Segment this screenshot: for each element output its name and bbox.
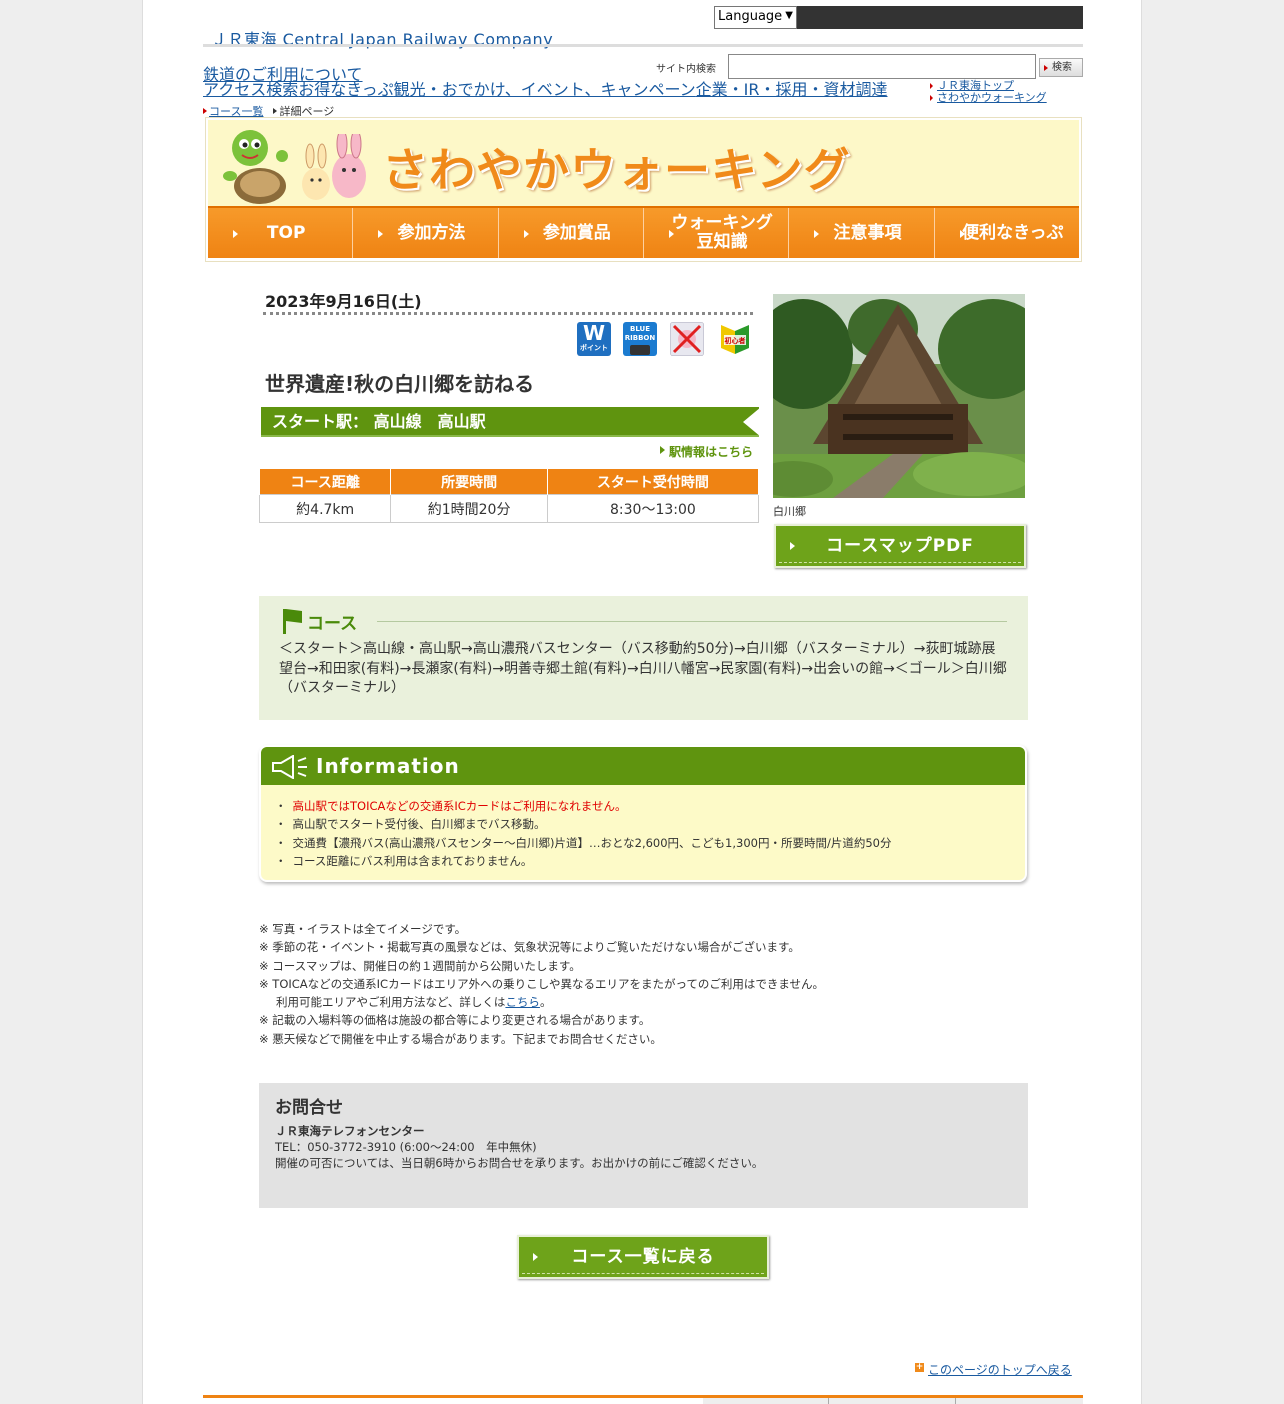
beginner-icon: 初心者 [718,322,752,356]
blue-ribbon-icon: BLUE RIBBON [623,322,657,356]
header-divider [203,44,1083,47]
nav-tickets-link[interactable]: お得なきっぷ [298,80,393,99]
language-label: Language [718,9,783,24]
banner-title: さわやかウォーキング [382,143,851,197]
nav-right: ＪＲ東海トップ さわやかウォーキング [930,80,1047,104]
information-heading: Information [261,747,1025,785]
list-item: 高山駅ではTOICAなどの交通系ICカードはご利用になれません。 [275,797,891,815]
w-point-icon: W ポイント [577,322,611,356]
notes: ※ 写真・イラストは全てイメージです。 ※ 季節の花・イベント・掲載写真の風景な… [259,920,824,1048]
note-item: ※ 記載の入場料等の価格は施設の都合等により変更される場合があります。 [259,1013,651,1028]
information-box: Information 高山駅ではTOICAなどの交通系ICカードはご利用になれ… [259,745,1027,882]
note-item: ※ 季節の花・イベント・掲載写真の風景などは、気象状況等によりご覧いただけない場… [259,940,800,955]
search-label: サイト内検索 [656,64,716,75]
distance-value: 約4.7km [258,494,392,523]
global-nav-row2: アクセス検索お得なきっぷ観光・おでかけ、イベント、キャンペーン企業・IR・採用・… [203,80,888,99]
note-item: 利用可能エリアやご利用方法など、詳しくはこちら。 [276,995,552,1010]
list-item: 高山駅でスタート受付後、白川郷までバス移動。 [275,815,891,833]
course-section: コース ＜スタート＞高山線・高山駅→高山濃飛バスセンター（バス移動約50分)→白… [259,596,1028,720]
event-title: 世界遺産!秋の白川郷を訪ねる [265,372,535,396]
table-header: コース距離 [258,468,392,495]
contact-note: 開催の可否については、当日朝6時からお問合せを承ります。お出かけの前にご確認くだ… [275,1156,764,1170]
no-toica-icon [670,322,704,356]
information-list: 高山駅ではTOICAなどの交通系ICカードはご利用になれません。 高山駅でスター… [275,797,892,870]
page: Language ▼ ＪＲ東海 Central Japan Railway Co… [142,0,1142,1404]
shirakawago-photo [773,294,1025,498]
note-item: ※ コースマップは、開催日の約１週間前から公開いたします。 [259,958,581,973]
footer-tabs [703,1398,1083,1404]
search-button[interactable]: 検索 [1039,58,1083,77]
walking-menu: TOP 参加方法 参加賞品 ウォーキング 豆知識 注意事項 便利なきっぷ [208,206,1079,258]
nav-corporate-link[interactable]: 企業・IR・採用・資材調達 [696,80,888,99]
list-item: コース距離にバス利用は含まれておりません。 [275,852,891,870]
note-item: ※ 写真・イラストは全てイメージです。 [259,922,467,936]
menu-prizes[interactable]: 参加賞品 [498,208,644,258]
date-divider [263,312,753,315]
course-info-table: コース距離 所要時間 スタート受付時間 約4.7km 約1時間20分 8:30～… [258,468,760,523]
start-station: スタート駅： 高山線 高山駅 [261,407,761,437]
search-input[interactable] [728,54,1036,79]
photo-caption: 白川郷 [773,505,806,518]
ic-card-details-link[interactable]: こちら [505,995,540,1009]
duration-value: 約1時間20分 [390,494,548,523]
note-item: ※ 悪天候などで開催を中止する場合があります。下記までお問合せください。 [259,1031,662,1046]
contact-tel: TEL：050-3772-3910 (6:00～24:00 年中無休) [275,1140,537,1154]
language-select[interactable]: Language ▼ [714,6,797,29]
menu-top[interactable]: TOP [208,208,354,258]
station-info-link[interactable]: 駅情報はこちら [660,443,753,460]
language-bar: Language ▼ [714,6,1083,29]
page-top-link[interactable]: このページのトップへ戻る [915,1361,1072,1378]
menu-how-to-join[interactable]: 参加方法 [353,208,499,258]
list-item: 交通費【濃飛バス(高山濃飛バスセンター～白川郷)片道】…おとな2,600円、こど… [275,834,892,852]
walking-banner: さわやかウォーキング TOP 参加方法 参加賞品 ウォーキング 豆知識 注意事項 … [205,117,1082,262]
menu-walking-tips[interactable]: ウォーキング 豆知識 [643,208,790,258]
banner-top: さわやかウォーキング [208,120,1079,206]
menu-tickets[interactable]: 便利なきっぷ [934,208,1079,258]
flag-icon [283,609,302,634]
menu-notes[interactable]: 注意事項 [789,208,935,258]
course-map-pdf-button[interactable]: コースマップPDF [774,524,1026,568]
back-to-course-list-button[interactable]: コース一覧に戻る [517,1235,769,1279]
nav-travel-link[interactable]: 観光・おでかけ、イベント、キャンペーン [394,80,696,99]
reception-time-value: 8:30～13:00 [546,494,760,523]
contact-heading: お問合せ [275,1098,343,1118]
course-heading: コース [307,614,358,634]
walking-link[interactable]: さわやかウォーキング [930,92,1047,104]
chevron-down-icon: ▼ [785,10,793,21]
rabbit-mascot-icon [302,134,366,200]
megaphone-icon [272,755,307,779]
table-header: 所要時間 [390,468,548,495]
course-heading-rule [377,621,1007,622]
contact-section: お問合せ ＪＲ東海テレフォンセンター TEL：050-3772-3910 (6:… [259,1083,1028,1208]
contact-org: ＪＲ東海テレフォンセンター [275,1124,425,1138]
nav-access-link[interactable]: アクセス検索 [203,80,298,99]
table-header: スタート受付時間 [546,468,760,495]
course-route: ＜スタート＞高山線・高山駅→高山濃飛バスセンター（バス移動約50分)→白川郷（バ… [279,641,1007,696]
turtle-mascot-icon [223,130,288,204]
note-item: ※ TOICAなどの交通系ICカードはエリア外への乗りこしや異なるエリアをまたが… [259,976,825,991]
event-date: 2023年9月16日(土) [265,292,422,311]
svg-text:初心者: 初心者 [725,336,746,345]
